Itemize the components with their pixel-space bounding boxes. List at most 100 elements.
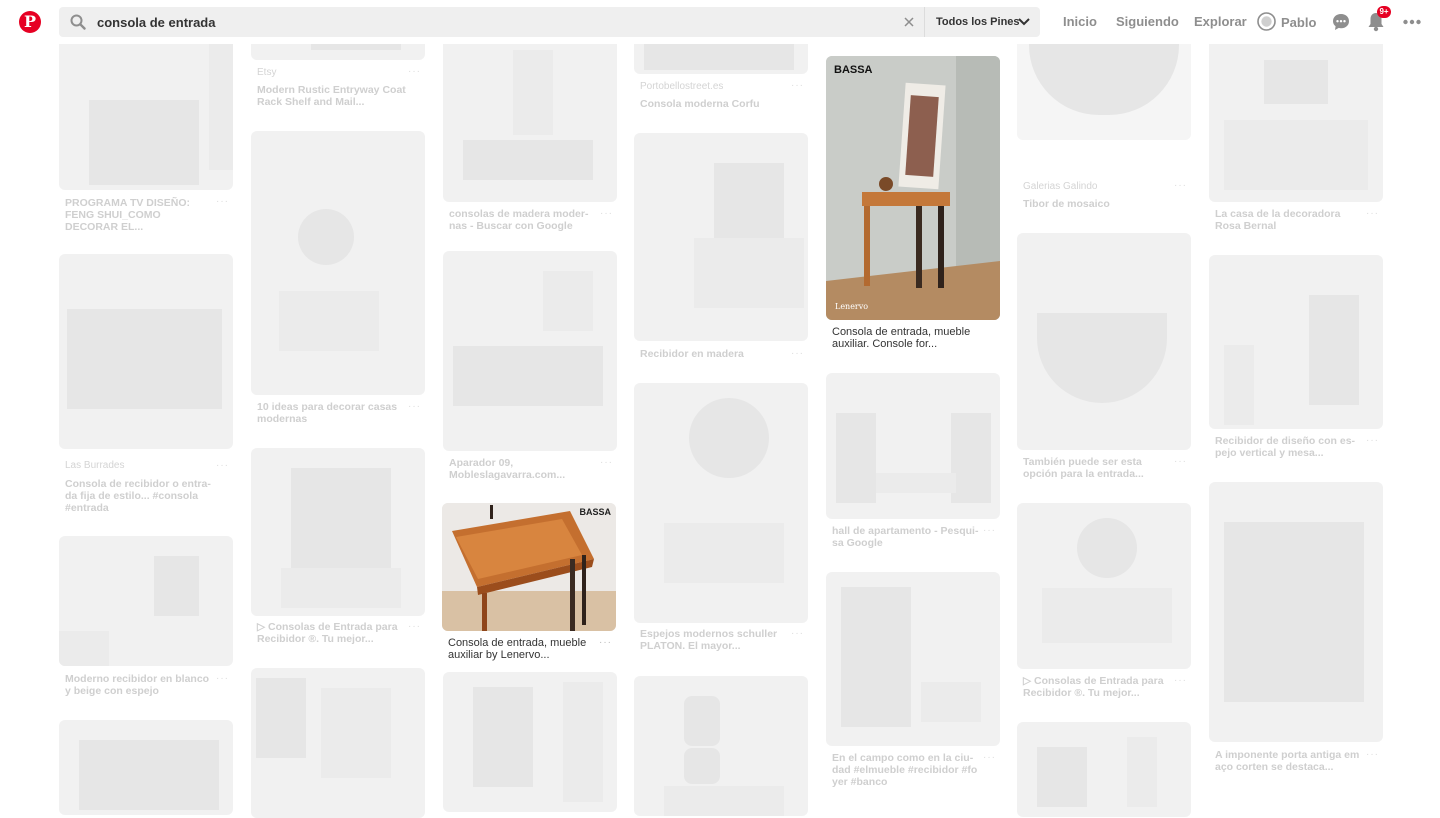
pin-card[interactable]: Recibidor en madera ··· <box>634 133 808 373</box>
more-icon[interactable]: ··· <box>983 752 996 763</box>
pin-image[interactable] <box>251 668 425 818</box>
more-icon[interactable]: ··· <box>983 525 996 536</box>
more-icon[interactable]: ··· <box>216 673 229 684</box>
console-table-photo <box>826 56 1000 320</box>
pin-grid: PROGRAMA TV DISEÑO: FENG SHUI_COMO DECOR… <box>0 0 1440 818</box>
pin-caption: La casa de la decoradora Rosa Bernal <box>1215 208 1341 232</box>
pin-image[interactable]: BASSA Lenervo <box>826 56 1000 320</box>
pin-caption: Espejos modernos schuller PLATON. El may… <box>640 628 778 652</box>
pin-source[interactable]: Etsy <box>257 67 407 78</box>
pin-card[interactable]: Recibidor de diseño con es-pejo vertical… <box>1209 255 1383 475</box>
pin-image[interactable] <box>826 373 1000 519</box>
pin-card[interactable]: También puede ser esta opción para la en… <box>1017 233 1191 483</box>
more-icon[interactable]: ··· <box>791 628 804 639</box>
pin-card[interactable]: 10 ideas para decorar casas modernas ··· <box>251 131 425 431</box>
pin-source[interactable]: Galerias Galindo <box>1023 181 1173 192</box>
more-icon[interactable]: ··· <box>791 80 804 91</box>
pin-card[interactable]: hall de apartamento - Pesqui-sa Google ·… <box>826 373 1000 558</box>
more-icon[interactable]: ··· <box>1174 456 1187 467</box>
pin-image[interactable] <box>251 448 425 616</box>
pin-caption: A imponente porta antiga em aço corten s… <box>1215 749 1360 773</box>
pin-image[interactable] <box>443 251 617 451</box>
more-icon[interactable]: ··· <box>1366 749 1379 760</box>
pin-image[interactable] <box>251 131 425 395</box>
pin-image[interactable]: BASSA <box>442 503 616 631</box>
search-icon <box>70 14 86 30</box>
nav-home[interactable]: Inicio <box>1063 0 1097 44</box>
more-icon[interactable]: ··· <box>1174 675 1187 686</box>
more-options-icon[interactable] <box>1403 19 1421 25</box>
pin-image[interactable] <box>826 572 1000 746</box>
more-icon[interactable]: ··· <box>408 621 421 632</box>
more-icon[interactable]: ··· <box>600 208 613 219</box>
pin-image[interactable] <box>1209 482 1383 742</box>
pin-image[interactable] <box>1017 722 1191 817</box>
pin-card[interactable] <box>634 676 808 816</box>
pin-caption: Aparador 09, Mobleslagavarra.com... <box>449 457 566 481</box>
pin-card[interactable]: ▷ Consolas de Entrada para Recibidor ®. … <box>251 448 425 658</box>
clear-search-icon[interactable] <box>902 15 916 29</box>
notification-badge: 9+ <box>1377 6 1391 18</box>
pin-caption: consolas de madera moder-nas - Buscar co… <box>449 208 589 232</box>
pin-caption: Recibidor en madera <box>640 348 744 360</box>
pin-caption: Recibidor de diseño con es-pejo vertical… <box>1215 435 1356 459</box>
pin-source[interactable]: Las Burrades <box>65 460 215 471</box>
more-icon[interactable]: ··· <box>599 637 612 648</box>
more-icon[interactable]: ··· <box>1366 208 1379 219</box>
pin-card[interactable]: Moderno recibidor en blanco y beige con … <box>59 536 233 706</box>
more-icon[interactable]: ··· <box>408 66 421 77</box>
pin-card[interactable]: Aparador 09, Mobleslagavarra.com... ··· <box>443 251 617 487</box>
search-input[interactable] <box>97 7 887 37</box>
pin-image[interactable] <box>443 672 617 812</box>
pin-card[interactable]: ▷ Consolas de Entrada para Recibidor ®. … <box>1017 503 1191 713</box>
pin-image[interactable] <box>59 536 233 666</box>
pin-image[interactable] <box>634 676 808 816</box>
pin-caption: Moderno recibidor en blanco y beige con … <box>65 673 210 697</box>
profile-name: Pablo <box>1281 15 1317 30</box>
pin-caption: En el campo como en la ciu-dad #elmueble… <box>832 752 978 788</box>
pin-image[interactable] <box>59 720 233 815</box>
pin-card[interactable]: A imponente porta antiga em aço corten s… <box>1209 482 1383 782</box>
search-scope-dropdown[interactable]: Todos los Pines <box>924 7 1040 37</box>
more-icon[interactable]: ··· <box>216 196 229 207</box>
pinterest-logo-icon[interactable]: P <box>19 11 41 33</box>
more-icon[interactable]: ··· <box>1174 180 1187 191</box>
pin-card[interactable] <box>251 668 425 818</box>
pin-image[interactable] <box>634 133 808 341</box>
pin-caption: ▷ Consolas de Entrada para Recibidor ®. … <box>257 621 398 645</box>
top-bar: P Todos los Pines Inicio Siguiendo Explo… <box>0 0 1440 44</box>
pin-caption: También puede ser esta opción para la en… <box>1023 456 1144 480</box>
pin-caption: Modern Rustic Entryway Coat Rack Shelf a… <box>257 84 406 108</box>
search-scope-label: Todos los Pines <box>936 16 1020 28</box>
nav-following[interactable]: Siguiendo <box>1116 0 1179 44</box>
more-icon[interactable]: ··· <box>600 457 613 468</box>
pin-image[interactable] <box>59 254 233 449</box>
pin-image[interactable] <box>1209 255 1383 429</box>
pin-card[interactable] <box>443 672 617 812</box>
nav-explore[interactable]: Explorar <box>1194 0 1247 44</box>
messages-icon[interactable] <box>1332 13 1350 31</box>
pin-image[interactable] <box>1017 503 1191 669</box>
search-bar[interactable]: Todos los Pines <box>59 7 1040 37</box>
pin-card[interactable]: BASSA Lenervo Consola de entrada, mueble… <box>826 56 1000 356</box>
pin-caption: hall de apartamento - Pesqui-sa Google <box>832 525 979 549</box>
pin-caption: Tibor de mosaico <box>1023 198 1110 210</box>
pin-image[interactable] <box>1017 233 1191 450</box>
pin-caption: Consola de recibidor o entra-da fija de … <box>65 478 211 514</box>
pin-card[interactable] <box>1017 722 1191 817</box>
more-icon[interactable]: ··· <box>216 460 229 471</box>
pin-image[interactable] <box>634 383 808 623</box>
pin-card[interactable] <box>59 720 233 815</box>
more-icon[interactable]: ··· <box>1366 435 1379 446</box>
pin-card[interactable]: En el campo como en la ciu-dad #elmueble… <box>826 572 1000 810</box>
more-icon[interactable]: ··· <box>791 348 804 359</box>
brand-logo: BASSA <box>834 64 873 76</box>
brand-logo: BASSA <box>579 507 611 517</box>
pin-source[interactable]: Portobellostreet.es <box>640 81 790 92</box>
pin-caption: Consola de entrada, mueble auxiliar by L… <box>448 637 587 661</box>
pin-card[interactable]: Las Burrades ··· Consola de recibidor o … <box>59 254 233 524</box>
chevron-down-icon <box>1018 18 1030 26</box>
more-icon[interactable]: ··· <box>408 401 421 412</box>
pin-card[interactable]: Espejos modernos schuller PLATON. El may… <box>634 383 808 663</box>
pin-card[interactable]: BASSA Consola de entrada, mueble auxilia… <box>442 503 616 663</box>
